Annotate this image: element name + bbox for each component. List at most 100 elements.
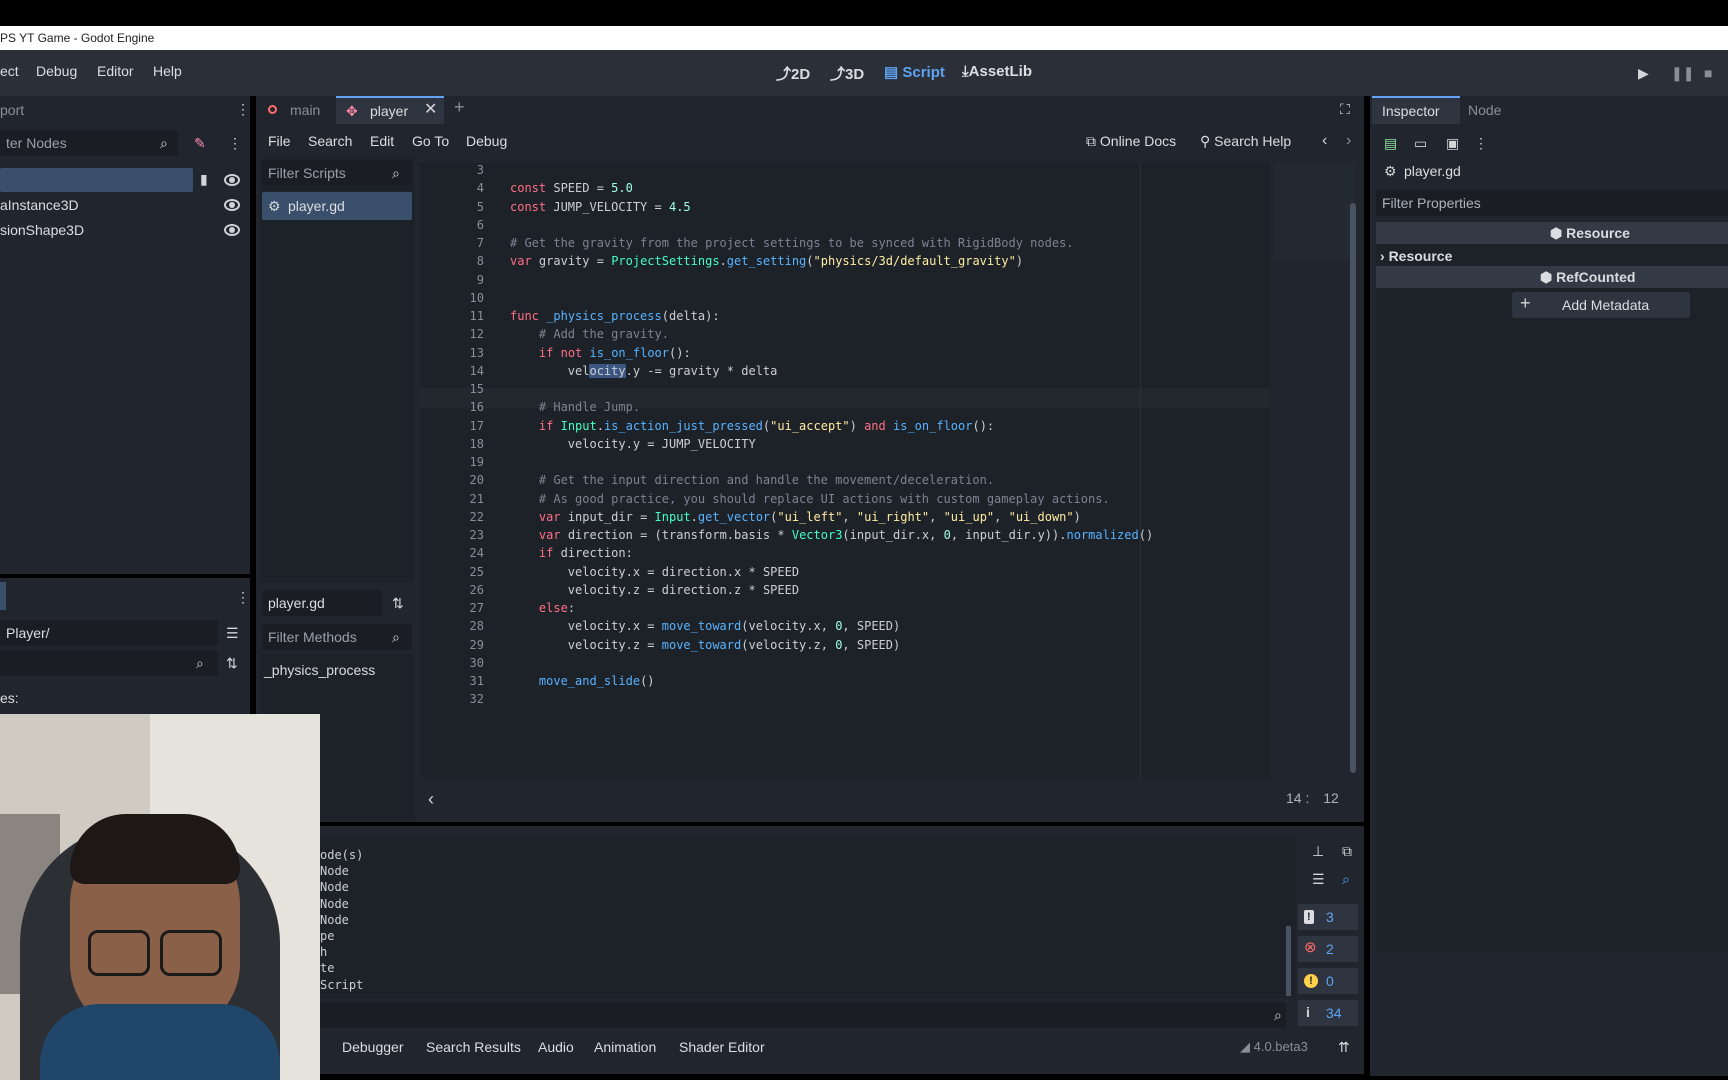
code-line[interactable]: # Get the input direction and handle the… xyxy=(510,473,994,487)
scene-node-row-selected[interactable] xyxy=(0,168,193,192)
pause-icon[interactable]: ❚❚ xyxy=(1671,66,1694,80)
code-line[interactable]: if not is_on_floor(): xyxy=(510,346,691,360)
code-line[interactable]: var direction = (transform.basis * Vecto… xyxy=(510,528,1153,542)
fullscreen-icon[interactable]: ⛶ xyxy=(1340,102,1350,116)
workspace-assetlib-button[interactable]: ⤓AssetLib xyxy=(962,63,1032,80)
filter-scripts-input[interactable]: Filter Scripts xyxy=(262,160,412,186)
attach-script-icon[interactable]: ✎ xyxy=(194,136,206,150)
script-menu-file[interactable]: File xyxy=(268,133,291,149)
workspace-script-button[interactable]: ▤ Script xyxy=(884,63,945,81)
open-folder-icon[interactable]: ▭ xyxy=(1414,136,1427,150)
code-line[interactable]: velocity.y = JUMP_VELOCITY xyxy=(510,437,756,451)
play-icon[interactable]: ▶ xyxy=(1638,66,1649,80)
code-line[interactable]: velocity.y -= gravity * delta xyxy=(510,363,777,378)
menu-editor[interactable]: Editor xyxy=(97,63,134,79)
code-line[interactable]: velocity.z = move_toward(velocity.z, 0, … xyxy=(510,638,900,652)
code-line[interactable]: # Get the gravity from the project setti… xyxy=(510,236,1074,250)
code-editor[interactable]: 3 4 const SPEED = 5.0 5 const JUMP_VELOCITY … xyxy=(420,163,1356,778)
tab-player[interactable]: ✥ player ✕ xyxy=(336,96,444,124)
vertical-scrollbar[interactable] xyxy=(1350,203,1356,773)
code-line[interactable]: const JUMP_VELOCITY = 4.5 xyxy=(510,200,691,214)
script-menu-goto[interactable]: Go To xyxy=(412,133,449,149)
scene-node-collision[interactable]: sionShape3D xyxy=(0,222,84,238)
output-scrollbar[interactable] xyxy=(1286,926,1291,996)
copy-icon[interactable]: ⧉ xyxy=(1342,844,1352,858)
script-menu-debug[interactable]: Debug xyxy=(466,133,507,149)
menu-project[interactable]: ect xyxy=(0,63,19,79)
code-line[interactable]: const SPEED = 5.0 xyxy=(510,181,633,195)
tab-search-results[interactable]: Search Results xyxy=(426,1039,521,1055)
tab-animation[interactable]: Animation xyxy=(594,1039,656,1055)
tab-audio[interactable]: Audio xyxy=(538,1039,574,1055)
visibility-eye-icon[interactable] xyxy=(224,224,240,236)
clear-output-icon[interactable]: ⊥ xyxy=(1312,844,1324,858)
filter-nodes-input[interactable]: ter Nodes xyxy=(0,130,178,156)
filesystem-path[interactable]: Player/ xyxy=(0,620,218,646)
code-line[interactable]: func _physics_process(delta): xyxy=(510,309,720,323)
tab-inspector[interactable]: Inspector xyxy=(1372,96,1460,124)
minimap[interactable] xyxy=(1275,163,1355,259)
code-line[interactable]: else: xyxy=(510,601,575,615)
section-resource-header[interactable]: ⬢ Resource xyxy=(1376,222,1728,244)
code-line[interactable]: # Add the gravity. xyxy=(510,327,669,341)
workspace-3d-button[interactable]: ⤴3D xyxy=(830,63,864,84)
code-line[interactable]: # Handle Jump. xyxy=(510,400,640,414)
tab-debugger[interactable]: Debugger xyxy=(342,1039,404,1055)
filesystem-tab[interactable] xyxy=(0,582,6,610)
code-line[interactable]: velocity.x = direction.x * SPEED xyxy=(510,565,799,579)
tab-shader-editor[interactable]: Shader Editor xyxy=(679,1039,765,1055)
method-item[interactable]: _physics_process xyxy=(264,662,375,678)
online-docs-button[interactable]: ⧉ Online Docs xyxy=(1086,133,1176,150)
errors-filter[interactable]: ⊗ 2 xyxy=(1298,936,1358,962)
script-list-item[interactable]: ⚙ player.gd xyxy=(262,192,412,220)
visibility-eye-icon[interactable] xyxy=(224,174,240,186)
filter-methods-input[interactable]: Filter Methods xyxy=(262,624,412,650)
toggle-scripts-panel-icon[interactable]: ‹ xyxy=(428,790,434,808)
collapse-icon[interactable]: ☰ xyxy=(1312,872,1325,886)
menu-help[interactable]: Help xyxy=(153,63,182,79)
sort-icon[interactable]: ⇅ xyxy=(392,596,404,610)
code-line[interactable]: if direction: xyxy=(510,546,633,560)
chevron-left-icon[interactable]: ‹ xyxy=(1322,133,1327,149)
tab-main[interactable]: main xyxy=(264,96,344,124)
script-menu-edit[interactable]: Edit xyxy=(370,133,394,149)
output-filter-input[interactable]: essages xyxy=(256,1002,1286,1028)
new-resource-icon[interactable]: ▤ xyxy=(1384,136,1397,150)
search-help-button[interactable]: ⚲ Search Help xyxy=(1200,133,1291,150)
list-view-icon[interactable]: ☰ xyxy=(226,626,239,640)
add-tab-icon[interactable]: + xyxy=(454,98,465,116)
stop-icon[interactable]: ■ xyxy=(1704,66,1712,80)
section-refcounted-header[interactable]: ⬢ RefCounted xyxy=(1376,266,1728,288)
tab-node[interactable]: Node xyxy=(1468,102,1501,118)
scene-node-mesh[interactable]: aInstance3D xyxy=(0,197,79,213)
script-icon[interactable]: ▮ xyxy=(200,172,208,186)
code-line[interactable]: var input_dir = Input.get_vector("ui_lef… xyxy=(510,510,1081,524)
subsection-resource[interactable]: › Resource xyxy=(1380,248,1452,264)
filesystem-filter-input[interactable] xyxy=(0,650,218,676)
info-filter[interactable]: i 34 xyxy=(1298,1000,1358,1026)
code-line[interactable]: velocity.z = direction.z * SPEED xyxy=(510,583,799,597)
visibility-eye-icon[interactable] xyxy=(224,199,240,211)
pin-panel-icon[interactable]: ⇈ xyxy=(1338,1039,1350,1056)
code-line[interactable]: move_and_slide() xyxy=(510,674,655,688)
messages-filter[interactable]: ! 3 xyxy=(1298,904,1358,930)
more-vert-icon[interactable]: ⋮ xyxy=(1474,136,1488,150)
warnings-filter[interactable]: ! 0 xyxy=(1298,968,1358,994)
close-icon[interactable]: ✕ xyxy=(424,102,437,118)
more-vert-icon[interactable]: ⋮ xyxy=(236,590,250,604)
chevron-right-icon[interactable]: › xyxy=(1346,133,1351,149)
code-line[interactable]: if Input.is_action_just_pressed("ui_acce… xyxy=(510,419,994,433)
more-vert-icon[interactable]: ⋮ xyxy=(236,102,250,116)
code-line[interactable]: # As good practice, you should replace U… xyxy=(510,492,1110,506)
save-icon[interactable]: ▣ xyxy=(1446,136,1459,150)
code-line[interactable]: var gravity = ProjectSettings.get_settin… xyxy=(510,254,1023,268)
search-icon[interactable]: ⌕ xyxy=(1342,872,1350,886)
add-metadata-button[interactable]: + Add Metadata xyxy=(1512,292,1690,318)
menu-debug[interactable]: Debug xyxy=(36,63,77,79)
workspace-2d-button[interactable]: ⤴2D xyxy=(776,63,810,84)
script-menu-search[interactable]: Search xyxy=(308,133,352,149)
sort-icon[interactable]: ⇅ xyxy=(226,656,238,670)
code-line[interactable]: velocity.x = move_toward(velocity.x, 0, … xyxy=(510,619,900,633)
more-vert-icon[interactable]: ⋮ xyxy=(228,136,242,150)
filter-properties-input[interactable]: Filter Properties xyxy=(1376,190,1728,216)
